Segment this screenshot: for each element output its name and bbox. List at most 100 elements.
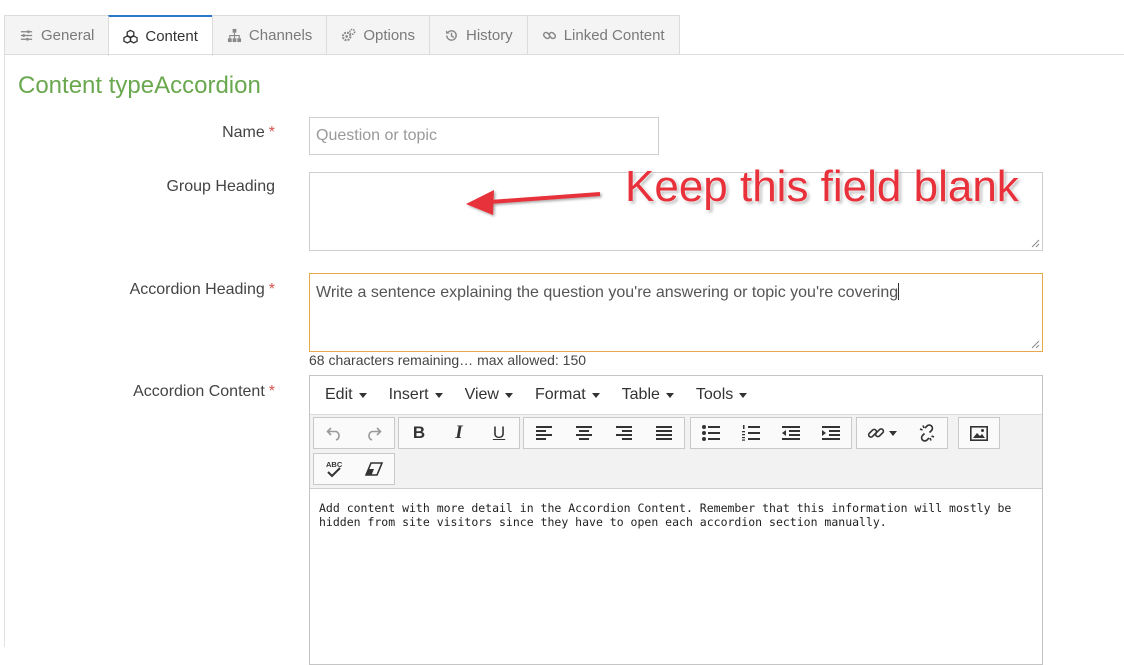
name-label-text: Name <box>222 124 265 141</box>
italic-glyph: I <box>455 422 463 443</box>
menu-insert[interactable]: Insert <box>378 386 454 404</box>
resize-grip-icon[interactable] <box>1030 238 1040 248</box>
menu-view[interactable]: View <box>454 386 524 404</box>
redo-button[interactable] <box>354 418 394 448</box>
tab-history[interactable]: History <box>429 15 528 55</box>
tab-linked-content[interactable]: Linked Content <box>526 15 680 55</box>
menu-table[interactable]: Table <box>611 386 685 404</box>
unlink-button[interactable] <box>907 418 947 448</box>
group-heading-label: Group Heading <box>166 178 275 196</box>
panel-border <box>4 54 5 647</box>
annotation-arrow-icon <box>466 190 601 215</box>
tab-divider <box>4 54 1124 55</box>
chevron-down-icon <box>665 392 674 398</box>
align-left-button[interactable] <box>524 418 564 448</box>
menu-label: View <box>464 386 499 403</box>
insert-link-button[interactable] <box>857 418 907 448</box>
image-group <box>958 417 1000 449</box>
sliders-icon <box>20 30 33 41</box>
align-center-button[interactable] <box>564 418 604 448</box>
menu-label: Insert <box>388 386 429 403</box>
required-mark: * <box>268 383 275 400</box>
editor-content-area[interactable]: Add content with more detail in the Acco… <box>310 489 1042 541</box>
indent-icon <box>822 426 840 440</box>
indent-button[interactable] <box>811 418 851 448</box>
outdent-icon <box>782 426 800 440</box>
bold-button[interactable]: B <box>399 418 439 448</box>
rich-text-editor: Edit Insert View Format Table Tools B I … <box>309 375 1043 665</box>
history-icon <box>445 30 457 41</box>
editor-toolbar: B I U ABC <box>310 415 1042 489</box>
accordion-heading-label: Accordion Heading * <box>130 281 275 299</box>
align-right-button[interactable] <box>604 418 644 448</box>
align-justify-button[interactable] <box>644 418 684 448</box>
cogs-icon <box>342 28 356 42</box>
chevron-down-icon <box>504 392 513 398</box>
bold-glyph: B <box>412 423 426 442</box>
menu-label: Edit <box>325 386 353 403</box>
required-mark: * <box>268 124 275 141</box>
history-group <box>313 417 395 449</box>
chevron-down-icon <box>434 392 443 398</box>
tab-label: History <box>466 27 513 44</box>
tab-options[interactable]: Options <box>326 15 431 55</box>
italic-button[interactable]: I <box>439 418 479 448</box>
chevron-down-icon <box>739 392 748 398</box>
page-title: Content typeAccordion <box>18 72 261 99</box>
align-justify-icon <box>656 426 672 440</box>
menu-edit[interactable]: Edit <box>314 386 378 404</box>
tab-channels[interactable]: Channels <box>211 15 328 55</box>
align-center-icon <box>576 426 592 440</box>
tab-label: General <box>41 27 95 44</box>
tab-label: Linked Content <box>563 27 665 44</box>
link-icon <box>867 428 885 438</box>
spellcheck-button[interactable]: ABC <box>314 454 354 484</box>
resize-grip-icon[interactable] <box>1030 339 1040 349</box>
tab-label: Content <box>145 28 198 45</box>
tab-general[interactable]: General <box>4 15 110 55</box>
required-mark: * <box>268 281 275 298</box>
numbered-list-button[interactable] <box>731 418 771 448</box>
underline-glyph: U <box>492 423 506 442</box>
menu-label: Format <box>534 386 586 403</box>
link-group <box>856 417 948 449</box>
outdent-button[interactable] <box>771 418 811 448</box>
menu-format[interactable]: Format <box>524 386 611 404</box>
clear-formatting-button[interactable] <box>354 454 394 484</box>
unlink-icon <box>919 424 935 442</box>
spellcheck-glyph: ABC <box>326 460 343 469</box>
accordion-heading-textarea[interactable]: Write a sentence explaining the question… <box>309 273 1043 352</box>
align-right-icon <box>616 426 632 440</box>
tab-content[interactable]: Content <box>108 15 213 56</box>
chevron-down-icon <box>889 430 897 436</box>
numbered-list-icon <box>742 425 760 441</box>
eraser-icon <box>365 462 383 476</box>
accordion-content-label-text: Accordion Content <box>133 383 265 400</box>
list-group <box>690 417 852 449</box>
group-heading-label-text: Group Heading <box>166 178 275 195</box>
tab-label: Channels <box>248 27 313 44</box>
menu-label: Tools <box>695 386 734 403</box>
accordion-content-label: Accordion Content * <box>133 383 275 401</box>
text-cursor <box>898 283 900 300</box>
menu-tools[interactable]: Tools <box>685 386 758 404</box>
align-left-icon <box>536 426 552 440</box>
editor-menubar: Edit Insert View Format Table Tools <box>310 376 1042 415</box>
insert-image-button[interactable] <box>959 418 999 448</box>
spellcheck-icon: ABC <box>326 460 343 478</box>
underline-button[interactable]: U <box>479 418 519 448</box>
link-icon <box>542 31 556 40</box>
undo-button[interactable] <box>314 418 354 448</box>
bullet-list-button[interactable] <box>691 418 731 448</box>
chevron-down-icon <box>591 392 600 398</box>
tools-group: ABC <box>313 453 395 485</box>
accordion-heading-label-text: Accordion Heading <box>129 281 265 298</box>
tab-bar: General Content Channels Options History… <box>4 15 680 56</box>
menu-label: Table <box>621 386 660 403</box>
image-icon <box>970 425 988 441</box>
tab-label: Options <box>363 27 416 44</box>
name-input[interactable]: Question or topic <box>309 117 659 155</box>
align-group <box>523 417 685 449</box>
cubes-icon <box>123 29 139 44</box>
undo-icon <box>326 427 340 441</box>
